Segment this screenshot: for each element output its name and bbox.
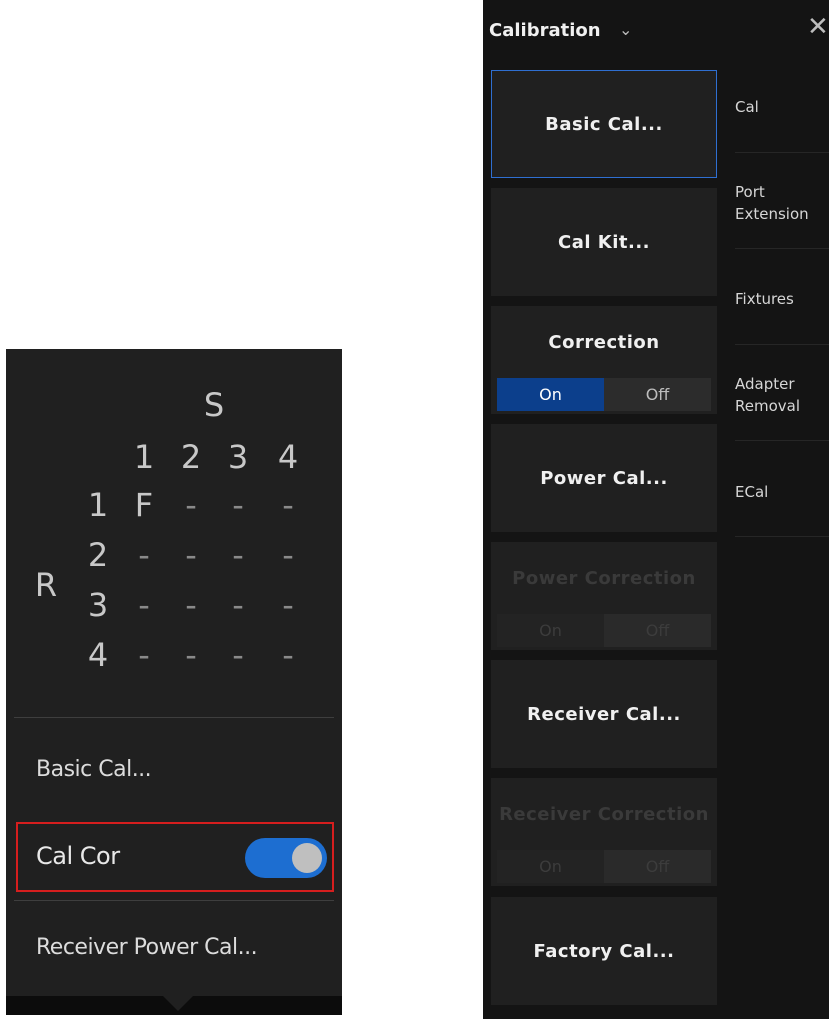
chevron-down-icon[interactable]: ⌄ xyxy=(619,20,632,39)
matrix-row-label: 1 xyxy=(87,486,109,524)
cal-kit-button[interactable]: Cal Kit... xyxy=(491,188,717,296)
cal-cor-row[interactable]: Cal Cor xyxy=(16,822,334,892)
receiver-correction-on-option: On xyxy=(539,857,562,876)
panel-header: Calibration ⌄ ✕ xyxy=(483,0,829,60)
power-correction-on-option: On xyxy=(539,621,562,640)
correction-on-option[interactable]: On xyxy=(497,378,604,411)
tab-fixtures[interactable]: Fixtures xyxy=(735,288,829,310)
cal-cor-toggle[interactable] xyxy=(245,838,327,878)
matrix-cell: - xyxy=(232,586,244,624)
divider xyxy=(735,248,829,249)
matrix-cell: - xyxy=(185,636,197,674)
matrix-row-header: R xyxy=(34,566,58,604)
power-correction-label: Power Correction xyxy=(512,568,696,589)
matrix-cell: - xyxy=(232,486,244,524)
receiver-cal-button[interactable]: Receiver Cal... xyxy=(491,660,717,768)
matrix-col-label: 1 xyxy=(133,438,155,476)
divider xyxy=(735,440,829,441)
correction-label: Correction xyxy=(548,332,660,353)
matrix-row-label: 3 xyxy=(87,586,109,624)
divider xyxy=(735,344,829,345)
matrix-cell: - xyxy=(185,536,197,574)
matrix-row-label: 2 xyxy=(87,536,109,574)
power-cal-button[interactable]: Power Cal... xyxy=(491,424,717,532)
matrix-col-header: S xyxy=(203,386,225,424)
correction-group: Correction On Off xyxy=(491,306,717,414)
divider xyxy=(14,900,334,901)
matrix-col-label: 2 xyxy=(180,438,202,476)
matrix-cell: - xyxy=(138,586,150,624)
toggle-knob xyxy=(292,843,322,873)
matrix-cell: - xyxy=(138,636,150,674)
cal-popup: S 1 2 3 4 R 1 F - - - 2 - - - - 3 - - - … xyxy=(6,349,342,1015)
factory-cal-button[interactable]: Factory Cal... xyxy=(491,897,717,1005)
close-icon[interactable]: ✕ xyxy=(807,14,829,40)
receiver-correction-off-option: Off xyxy=(604,850,711,883)
matrix-cell: - xyxy=(282,636,294,674)
power-correction-group: Power Correction On Off xyxy=(491,542,717,650)
tab-ecal[interactable]: ECal xyxy=(735,481,829,503)
matrix-cell: - xyxy=(185,586,197,624)
power-correction-off-option: Off xyxy=(604,614,711,647)
tab-port-extension[interactable]: Port Extension xyxy=(735,181,829,225)
receiver-correction-toggle: On Off xyxy=(497,850,711,883)
divider xyxy=(14,717,334,718)
correction-off-option[interactable]: Off xyxy=(604,378,711,411)
popup-pointer xyxy=(156,989,200,1011)
power-correction-toggle: On Off xyxy=(497,614,711,647)
matrix-cell: - xyxy=(185,486,197,524)
basic-cal-menu-item[interactable]: Basic Cal... xyxy=(36,757,152,782)
basic-cal-button[interactable]: Basic Cal... xyxy=(491,70,717,178)
divider xyxy=(735,152,829,153)
receiver-power-cal-menu-item[interactable]: Receiver Power Cal... xyxy=(36,935,258,960)
tab-cal[interactable]: Cal xyxy=(735,96,829,118)
divider xyxy=(735,536,829,537)
matrix-cell: - xyxy=(232,536,244,574)
tab-adapter-removal[interactable]: Adapter Removal xyxy=(735,373,829,417)
matrix-col-label: 4 xyxy=(277,438,299,476)
matrix-cell: - xyxy=(138,536,150,574)
matrix-cell: - xyxy=(282,586,294,624)
matrix-cell: - xyxy=(282,486,294,524)
matrix-col-label: 3 xyxy=(227,438,249,476)
panel-title[interactable]: Calibration xyxy=(489,20,601,41)
receiver-correction-group: Receiver Correction On Off xyxy=(491,778,717,886)
receiver-correction-label: Receiver Correction xyxy=(499,804,709,825)
matrix-cell: - xyxy=(282,536,294,574)
matrix-row-label: 4 xyxy=(87,636,109,674)
calibration-panel: Calibration ⌄ ✕ Basic Cal... Cal Kit... … xyxy=(483,0,829,1019)
matrix-cell: - xyxy=(232,636,244,674)
matrix-cell: F xyxy=(134,486,154,524)
cal-cor-label: Cal Cor xyxy=(36,842,120,870)
correction-toggle[interactable]: On Off xyxy=(497,378,711,411)
